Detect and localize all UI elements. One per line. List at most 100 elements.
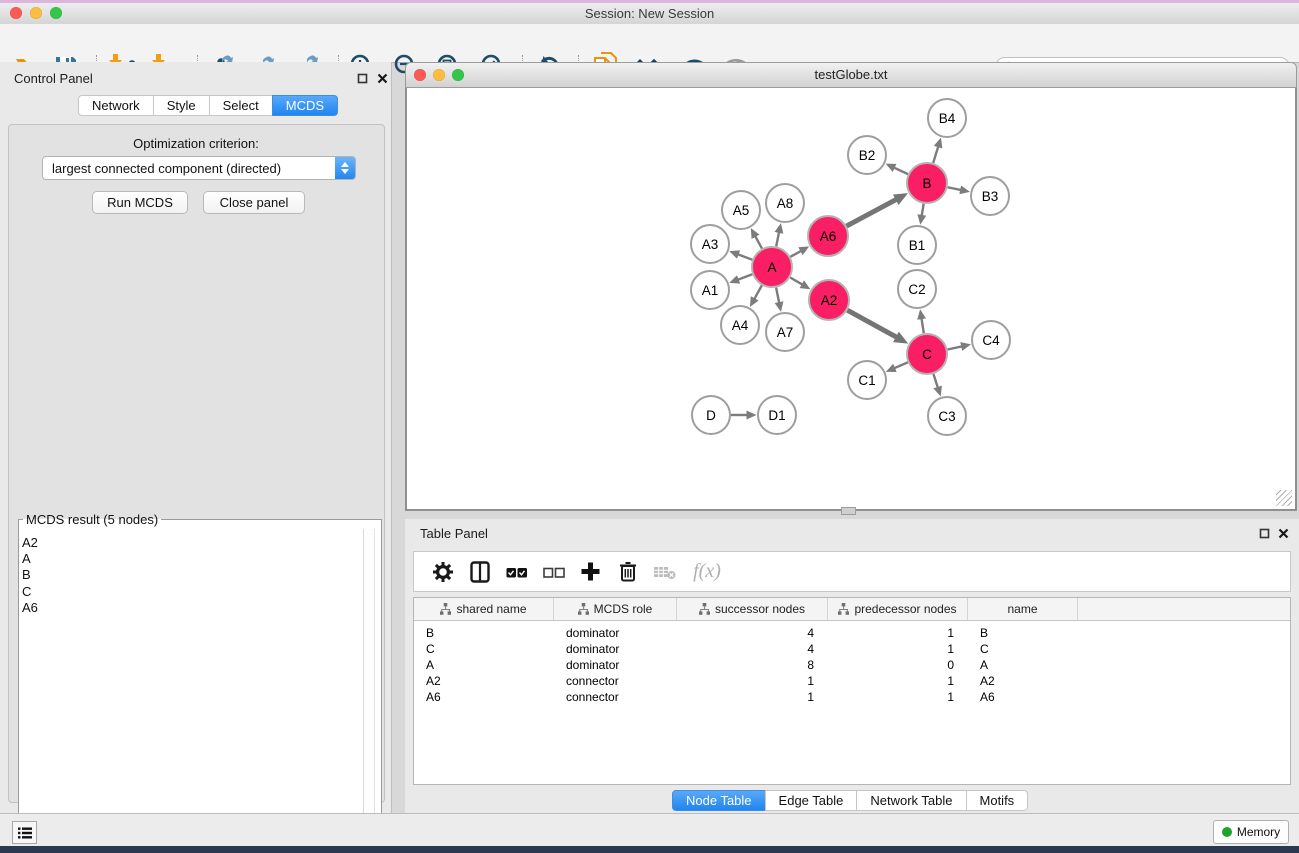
table-row[interactable]: Adominator80A: [414, 657, 1290, 673]
show-columns-button[interactable]: [461, 555, 498, 589]
graph-node-A8[interactable]: A8: [766, 184, 804, 222]
graph-node-A[interactable]: A: [752, 247, 792, 287]
close-table-panel-icon[interactable]: [1278, 528, 1289, 539]
mcds-result-item[interactable]: A2: [22, 535, 38, 551]
graph-node-C4[interactable]: C4: [972, 321, 1010, 359]
mcds-result-list[interactable]: A2ABCA6: [22, 535, 38, 616]
close-panel-icon[interactable]: [377, 73, 388, 84]
window-resize-grip[interactable]: [1276, 490, 1292, 506]
edge-B-B4[interactable]: [933, 147, 938, 163]
network-zoom-button[interactable]: [452, 69, 464, 81]
edge-A-A4[interactable]: [754, 285, 761, 298]
tab-select[interactable]: Select: [209, 95, 273, 116]
tab-edge-table[interactable]: Edge Table: [765, 790, 858, 811]
edge-A-A8[interactable]: [776, 232, 779, 246]
edge-A-A5[interactable]: [755, 236, 762, 248]
tab-mcds[interactable]: MCDS: [272, 95, 338, 116]
close-panel-button[interactable]: Close panel: [203, 191, 305, 214]
network-graph[interactable]: A A1 A2 A3 A4 A5 A6 A7 A8 B B1 B2 B3 B4 C C1 C2 C3C4 D D1: [407, 88, 1295, 507]
graph-node-A4[interactable]: A4: [721, 306, 759, 344]
node-label: C: [922, 347, 932, 362]
add-column-button[interactable]: [572, 555, 609, 589]
table-options-button[interactable]: [424, 555, 461, 589]
table-row[interactable]: A6connector11A6: [414, 689, 1290, 705]
network-close-button[interactable]: [414, 69, 426, 81]
cell-predecessor-nodes: 1: [828, 626, 968, 640]
mcds-result-item[interactable]: A: [22, 551, 38, 567]
column-header-name[interactable]: name: [968, 598, 1078, 620]
graph-node-C[interactable]: C: [907, 334, 947, 374]
mcds-result-scrollbar[interactable]: [363, 529, 375, 853]
table-row[interactable]: Cdominator41C: [414, 641, 1290, 657]
edge-A2-C[interactable]: [847, 310, 896, 337]
graph-node-B4[interactable]: B4: [928, 99, 966, 137]
minimize-window-button[interactable]: [30, 7, 42, 19]
graph-node-A3[interactable]: A3: [691, 225, 729, 263]
table-row[interactable]: A2connector11A2: [414, 673, 1290, 689]
zoom-window-button[interactable]: [50, 7, 62, 19]
run-mcds-button[interactable]: Run MCDS: [92, 191, 188, 214]
edge-C-C1[interactable]: [895, 362, 908, 368]
tab-motifs[interactable]: Motifs: [966, 790, 1029, 811]
task-history-button[interactable]: [12, 821, 37, 844]
graph-node-B3[interactable]: B3: [971, 177, 1009, 215]
edge-A-A3[interactable]: [738, 254, 752, 259]
network-window-titlebar[interactable]: testGlobe.txt: [405, 62, 1297, 88]
mcds-result-item[interactable]: B: [22, 567, 38, 583]
edge-A-A1[interactable]: [738, 274, 752, 279]
mcds-result-item[interactable]: A6: [22, 600, 38, 616]
tab-network-table[interactable]: Network Table: [856, 790, 966, 811]
criterion-dropdown[interactable]: largest connected component (directed): [42, 156, 356, 180]
graph-node-B2[interactable]: B2: [848, 136, 886, 174]
column-header-MCDS-role[interactable]: MCDS role: [554, 598, 677, 620]
column-header-shared-name[interactable]: shared name: [414, 598, 554, 620]
float-table-panel-icon[interactable]: [1259, 528, 1270, 539]
function-builder-button[interactable]: f(x): [683, 555, 731, 589]
graph-node-A5[interactable]: A5: [722, 191, 760, 229]
attribute-type-icon: [838, 603, 849, 615]
memory-button[interactable]: Memory: [1213, 820, 1289, 844]
close-window-button[interactable]: [10, 7, 22, 19]
table-row[interactable]: Bdominator41B: [414, 625, 1290, 641]
deselect-all-button[interactable]: [535, 555, 572, 589]
cell-name: A6: [968, 690, 1078, 704]
graph-node-B1[interactable]: B1: [898, 226, 936, 264]
status-bar: [0, 813, 1299, 846]
graph-node-A1[interactable]: A1: [691, 271, 729, 309]
graph-node-A2[interactable]: A2: [809, 280, 849, 320]
mcds-result-item[interactable]: C: [22, 584, 38, 600]
delete-table-button[interactable]: [646, 555, 683, 589]
edge-C-C4[interactable]: [948, 346, 962, 349]
graph-node-A7[interactable]: A7: [766, 313, 804, 351]
float-panel-icon[interactable]: [357, 73, 368, 84]
edge-A6-B[interactable]: [847, 200, 897, 227]
edge-A-A2[interactable]: [790, 278, 802, 285]
edge-C-C3[interactable]: [933, 374, 937, 387]
delete-column-button[interactable]: [609, 555, 646, 589]
edge-B-B1[interactable]: [922, 204, 924, 216]
graph-node-A6[interactable]: A6: [808, 216, 848, 256]
tab-network[interactable]: Network: [78, 95, 154, 116]
graph-node-C1[interactable]: C1: [848, 361, 886, 399]
column-header-label: successor nodes: [715, 602, 805, 616]
tab-node-table[interactable]: Node Table: [672, 790, 766, 811]
select-all-button[interactable]: [498, 555, 535, 589]
graph-node-C2[interactable]: C2: [898, 270, 936, 308]
edge-A-A7[interactable]: [776, 288, 779, 303]
cell-MCDS-role: dominator: [554, 626, 677, 640]
edge-A-A6[interactable]: [790, 251, 801, 257]
horizontal-splitter-handle[interactable]: [841, 507, 856, 515]
column-header-successor-nodes[interactable]: successor nodes: [677, 598, 828, 620]
column-header-predecessor-nodes[interactable]: predecessor nodes: [828, 598, 968, 620]
edge-B-B3[interactable]: [948, 187, 961, 190]
graph-node-D[interactable]: D: [692, 396, 730, 434]
window-titlebar[interactable]: Session: New Session: [0, 3, 1299, 25]
graph-node-B[interactable]: B: [907, 163, 947, 203]
edge-C-C2[interactable]: [922, 319, 924, 334]
network-minimize-button[interactable]: [433, 69, 445, 81]
network-canvas[interactable]: A A1 A2 A3 A4 A5 A6 A7 A8 B B1 B2 B3 B4 C C1 C2 C3C4 D D1: [405, 88, 1297, 511]
edge-B-B2[interactable]: [894, 168, 908, 174]
tab-style[interactable]: Style: [153, 95, 210, 116]
graph-node-C3[interactable]: C3: [928, 397, 966, 435]
graph-node-D1[interactable]: D1: [758, 396, 796, 434]
